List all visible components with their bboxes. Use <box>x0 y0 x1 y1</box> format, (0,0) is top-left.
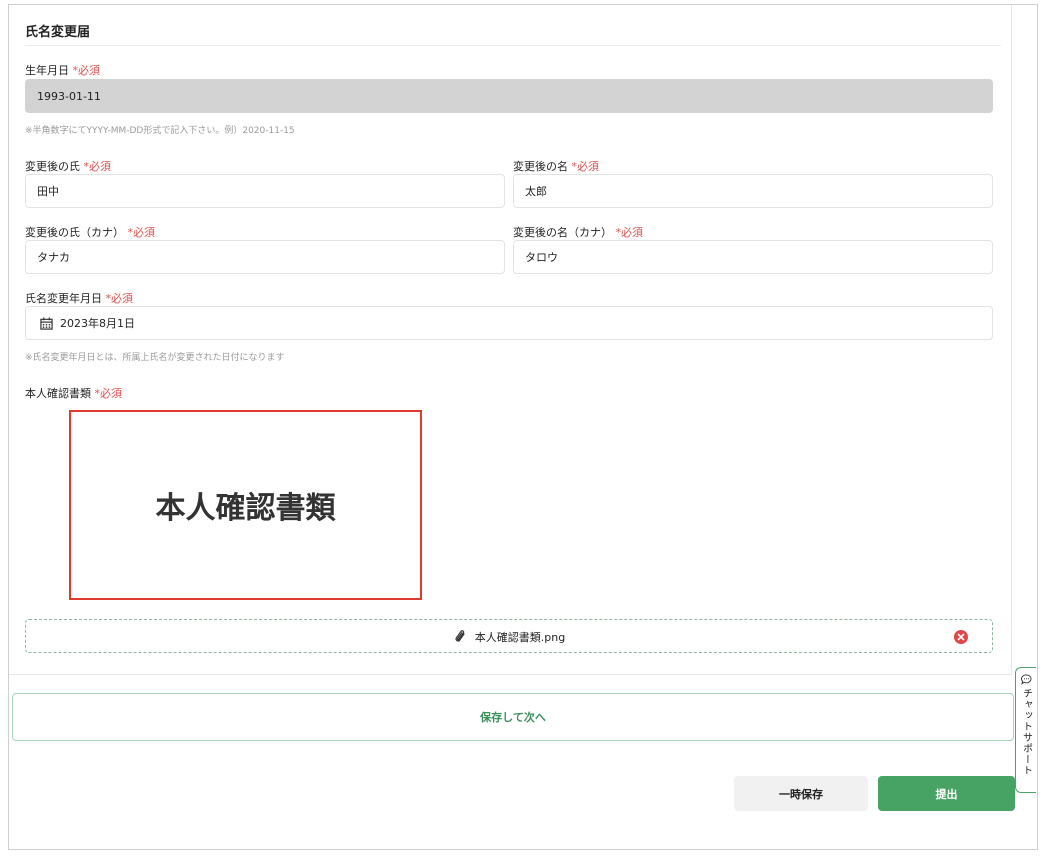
change-date-label: 氏名変更年月日 *必須 <box>25 290 133 306</box>
temporary-save-button[interactable]: 一時保存 <box>734 776 868 811</box>
first-name-label: 変更後の名 *必須 <box>513 158 599 174</box>
last-name-value: 田中 <box>37 185 59 198</box>
first-name-kana-label: 変更後の名（カナ） *必須 <box>513 224 643 240</box>
birthdate-field: 1993-01-11 <box>25 79 993 113</box>
first-name-kana-label-text: 変更後の名（カナ） <box>513 226 612 239</box>
form-title: 氏名変更届 <box>25 25 91 40</box>
chat-bubble-icon <box>1020 674 1031 685</box>
last-name-label-text: 変更後の氏 <box>25 160 80 173</box>
change-date-picker[interactable]: 2023年8月1日 <box>25 306 993 340</box>
birthdate-hint: ※半角数字にてYYYY-MM-DD形式で記入下さい。例）2020-11-15 <box>25 126 295 136</box>
application-frame: 氏名変更届 生年月日 *必須 1993-01-11 ※半角数字にてYYYY-MM… <box>8 4 1038 850</box>
last-name-kana-value: タナカ <box>37 251 70 264</box>
first-name-label-text: 変更後の名 <box>513 160 568 173</box>
last-name-label: 変更後の氏 *必須 <box>25 158 111 174</box>
first-name-kana-value: タロウ <box>525 251 558 264</box>
form-card: 氏名変更届 生年月日 *必須 1993-01-11 ※半角数字にてYYYY-MM… <box>9 5 1012 675</box>
birthdate-label: 生年月日 *必須 <box>25 62 100 78</box>
change-date-hint: ※氏名変更年月日とは、所属上氏名が変更された日付になります <box>25 353 285 363</box>
id-document-preview: 本人確認書類 <box>69 410 422 600</box>
birthdate-value: 1993-01-11 <box>37 89 101 103</box>
required-mark: *必須 <box>94 387 123 400</box>
attached-file: 本人確認書類.png <box>25 619 993 653</box>
preview-text: 本人確認書類 <box>155 491 336 526</box>
last-name-input[interactable]: 田中 <box>25 174 505 208</box>
birthdate-label-text: 生年月日 <box>25 64 69 77</box>
required-mark: *必須 <box>615 226 644 239</box>
required-mark: *必須 <box>127 226 156 239</box>
required-mark: *必須 <box>83 160 112 173</box>
remove-x-glyph <box>957 633 965 641</box>
id-document-label-text: 本人確認書類 <box>25 387 91 400</box>
title-divider <box>25 45 1001 46</box>
first-name-value: 太郎 <box>525 185 547 198</box>
last-name-kana-label: 変更後の氏（カナ） *必須 <box>25 224 155 240</box>
id-document-label: 本人確認書類 *必須 <box>25 385 122 401</box>
required-mark: *必須 <box>571 160 600 173</box>
first-name-kana-input[interactable]: タロウ <box>513 240 993 274</box>
attached-file-name: 本人確認書類.png <box>474 631 566 644</box>
paperclip-icon <box>455 630 465 642</box>
calendar-icon <box>40 316 53 330</box>
chat-support-tab[interactable]: チャットサポート <box>1015 667 1036 793</box>
last-name-kana-label-text: 変更後の氏（カナ） <box>25 226 124 239</box>
save-and-next-button[interactable]: 保存して次へ <box>12 693 1014 741</box>
remove-icon[interactable] <box>954 630 968 644</box>
first-name-input[interactable]: 太郎 <box>513 174 993 208</box>
required-mark: *必須 <box>72 64 101 77</box>
chat-support-label: チャットサポート <box>1020 688 1032 776</box>
change-date-label-text: 氏名変更年月日 <box>25 292 102 305</box>
last-name-kana-input[interactable]: タナカ <box>25 240 505 274</box>
attached-file-info: 本人確認書類.png <box>26 620 992 654</box>
required-mark: *必須 <box>105 292 134 305</box>
submit-button[interactable]: 提出 <box>878 776 1015 811</box>
change-date-value: 2023年8月1日 <box>60 317 135 330</box>
